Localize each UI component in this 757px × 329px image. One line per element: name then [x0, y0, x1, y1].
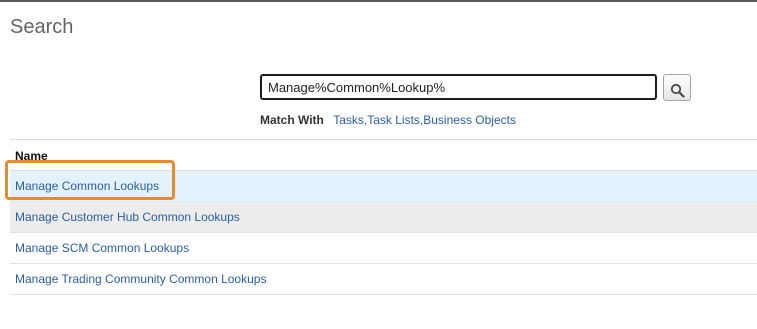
result-row[interactable]: Manage SCM Common Lookups: [10, 233, 757, 264]
search-button[interactable]: [663, 74, 691, 101]
magnifier-icon: [670, 83, 685, 98]
result-link[interactable]: Manage Trading Community Common Lookups: [15, 272, 266, 286]
result-link[interactable]: Manage Customer Hub Common Lookups: [15, 210, 240, 224]
match-with: Match With Tasks,Task Lists,Business Obj…: [260, 113, 516, 127]
name-column-header[interactable]: Name: [10, 140, 757, 171]
search-input[interactable]: [260, 74, 657, 100]
result-row[interactable]: Manage Trading Community Common Lookups: [10, 264, 757, 295]
result-row[interactable]: Manage Customer Hub Common Lookups: [10, 202, 757, 233]
result-row[interactable]: Manage Common Lookups: [10, 171, 757, 202]
match-with-value-link[interactable]: Tasks,Task Lists,Business Objects: [333, 113, 516, 127]
top-border: [0, 0, 757, 2]
match-with-label: Match With: [260, 113, 324, 127]
results-table: Name Manage Common Lookups Manage Custom…: [10, 139, 757, 295]
page-title: Search: [10, 16, 74, 38]
result-link[interactable]: Manage Common Lookups: [15, 179, 159, 193]
result-link[interactable]: Manage SCM Common Lookups: [15, 241, 189, 255]
